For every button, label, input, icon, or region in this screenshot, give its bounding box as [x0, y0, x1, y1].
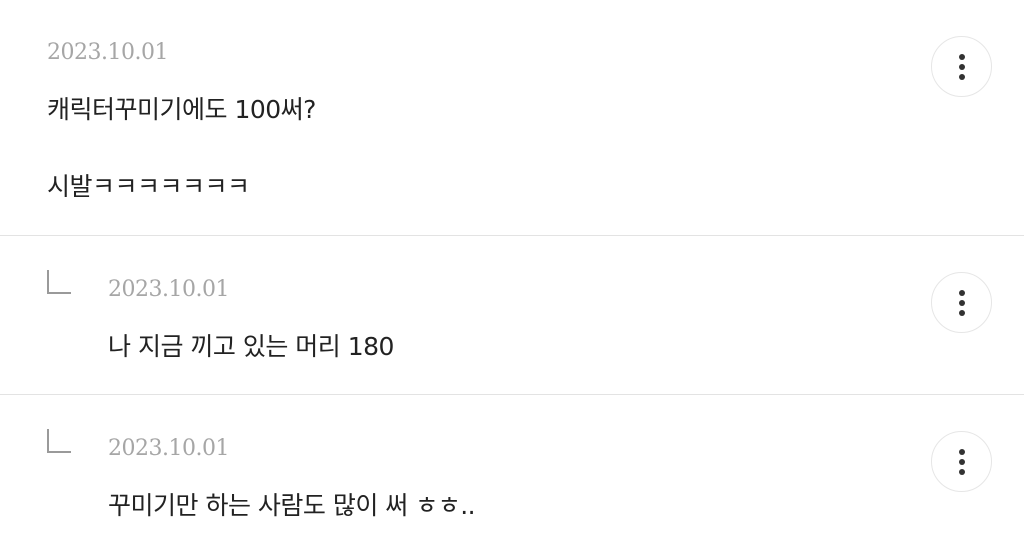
- comment-list: 2023.10.01 캐릭터꾸미기에도 100써? 시발ㅋㅋㅋㅋㅋㅋㅋ 2023…: [0, 0, 1024, 553]
- reply-arrow-icon: [47, 270, 71, 294]
- more-options-button[interactable]: [931, 272, 992, 333]
- reply-item: 2023.10.01 나 지금 끼고 있는 머리 180: [0, 236, 1024, 394]
- comment-text: 나 지금 끼고 있는 머리 180: [108, 332, 394, 361]
- more-vertical-icon: [958, 53, 965, 80]
- comment-text-line: 시발ㅋㅋㅋㅋㅋㅋㅋ: [47, 172, 250, 201]
- more-vertical-icon: [958, 289, 965, 316]
- comment-item: 2023.10.01 캐릭터꾸미기에도 100써? 시발ㅋㅋㅋㅋㅋㅋㅋ: [0, 0, 1024, 236]
- reply-item: 2023.10.01 꾸미기만 하는 사람도 많이 써 ㅎㅎ..: [0, 395, 1024, 553]
- comment-text-line: 캐릭터꾸미기에도 100써?: [47, 95, 316, 124]
- more-options-button[interactable]: [931, 36, 992, 97]
- reply-arrow-icon: [47, 429, 71, 453]
- more-options-button[interactable]: [931, 431, 992, 492]
- comment-date: 2023.10.01: [108, 277, 229, 302]
- comment-text: 꾸미기만 하는 사람도 많이 써 ㅎㅎ..: [108, 491, 476, 520]
- more-vertical-icon: [958, 448, 965, 475]
- comment-date: 2023.10.01: [108, 436, 229, 461]
- comment-date: 2023.10.01: [47, 40, 168, 65]
